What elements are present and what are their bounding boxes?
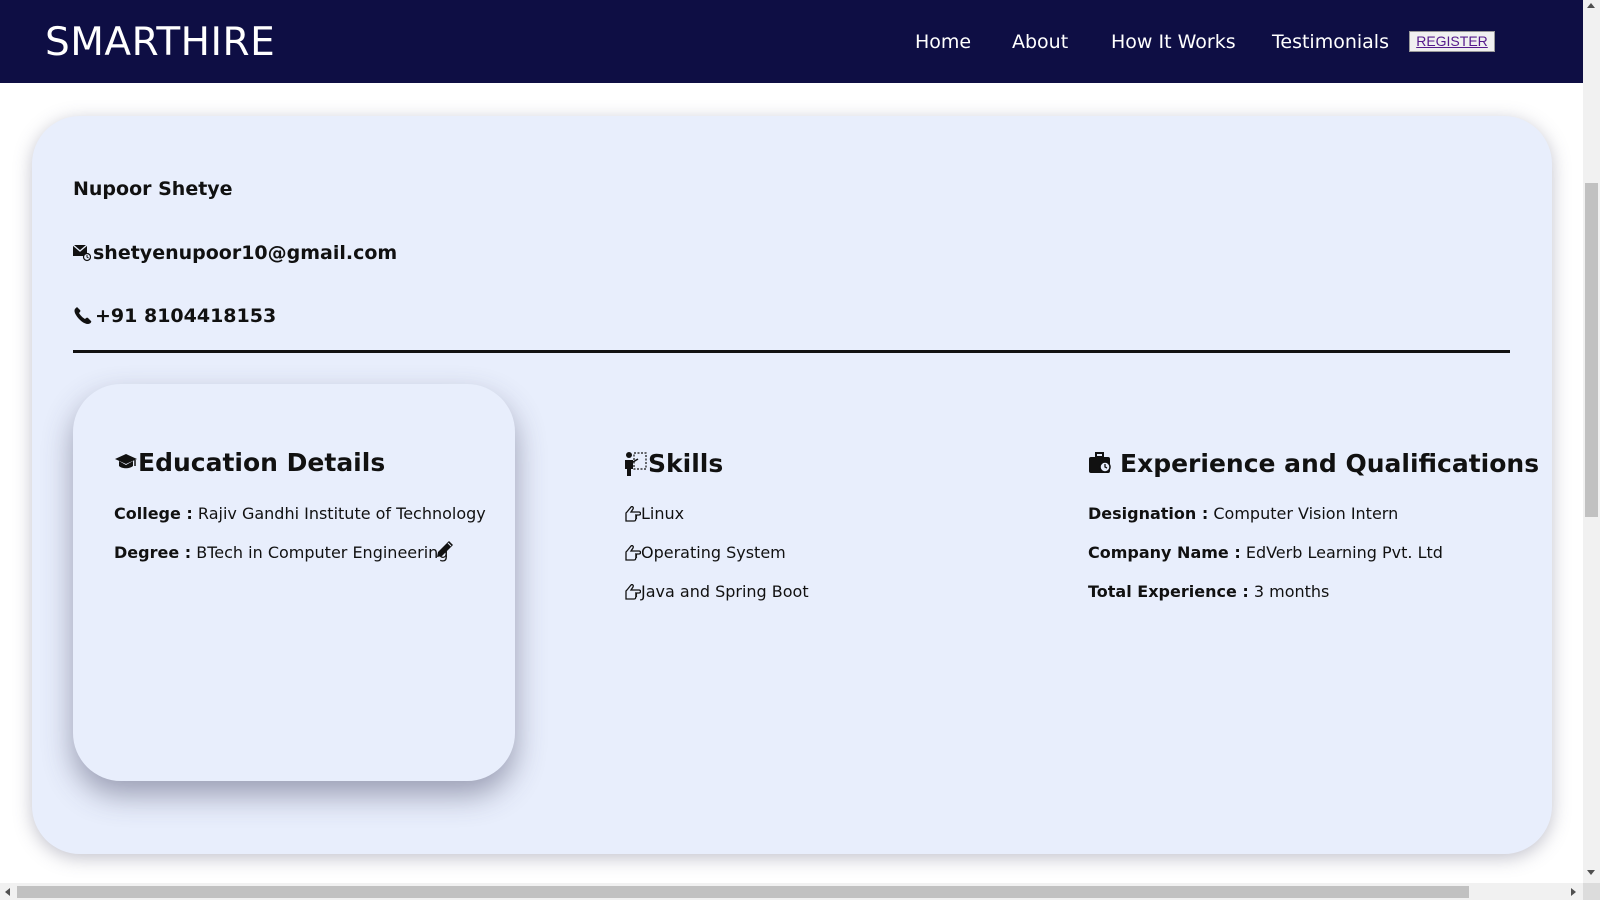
vertical-scrollbar[interactable] bbox=[1583, 0, 1600, 883]
degree-label: Degree : bbox=[114, 543, 192, 562]
nav-testimonials[interactable]: Testimonials bbox=[1272, 31, 1389, 53]
profile-email: shetyenupoor10@gmail.com bbox=[73, 242, 397, 264]
skill-item: Linux bbox=[624, 504, 684, 523]
scroll-down-arrow-icon[interactable] bbox=[1587, 870, 1595, 875]
pencil-icon[interactable] bbox=[436, 540, 454, 558]
total-experience-value: 3 months bbox=[1253, 582, 1330, 601]
divider bbox=[73, 350, 1510, 353]
profile-phone: +91 8104418153 bbox=[73, 305, 276, 327]
total-experience-label: Total Experience : bbox=[1088, 582, 1249, 601]
experience-title: Experience and Qualifications bbox=[1088, 449, 1539, 478]
education-title: Education Details bbox=[114, 448, 385, 477]
hand-pointing-icon bbox=[625, 505, 641, 522]
college-label: College : bbox=[114, 504, 193, 523]
phone-icon bbox=[74, 307, 92, 324]
nav-about[interactable]: About bbox=[1012, 31, 1068, 53]
experience-title-text: Experience and Qualifications bbox=[1120, 449, 1540, 478]
college-value: Rajiv Gandhi Institute of Technology bbox=[197, 504, 486, 523]
education-card: Education Details College : Rajiv Gandhi… bbox=[73, 384, 515, 781]
profile-name: Nupoor Shetye bbox=[73, 178, 233, 200]
designation-value: Computer Vision Intern bbox=[1213, 504, 1399, 523]
email-text[interactable]: shetyenupoor10@gmail.com bbox=[93, 242, 397, 264]
skill-text: Operating System bbox=[641, 543, 786, 562]
degree-value: BTech in Computer Engineering bbox=[196, 543, 449, 562]
skill-item: Java and Spring Boot bbox=[624, 582, 809, 601]
scrollbar-corner bbox=[1583, 883, 1600, 900]
education-title-text: Education Details bbox=[138, 448, 386, 477]
skills-title-text: Skills bbox=[648, 449, 724, 478]
email-icon bbox=[73, 244, 91, 262]
brand-logo[interactable]: SMARTHIRE bbox=[45, 20, 275, 65]
teacher-board-icon bbox=[625, 451, 647, 476]
education-college: College : Rajiv Gandhi Institute of Tech… bbox=[114, 504, 486, 523]
skills-title: Skills bbox=[624, 449, 723, 478]
company-label: Company Name : bbox=[1088, 543, 1241, 562]
designation-label: Designation : bbox=[1088, 504, 1209, 523]
vertical-scroll-thumb[interactable] bbox=[1585, 183, 1598, 517]
skill-item: Operating System bbox=[624, 543, 786, 562]
experience-designation: Designation : Computer Vision Intern bbox=[1088, 504, 1398, 523]
company-value: EdVerb Learning Pvt. Ltd bbox=[1245, 543, 1443, 562]
scroll-up-arrow-icon[interactable] bbox=[1587, 3, 1595, 8]
education-degree: Degree : BTech in Computer Engineering bbox=[114, 543, 448, 562]
hand-pointing-icon bbox=[625, 583, 641, 600]
skill-text: Linux bbox=[641, 504, 685, 523]
hand-pointing-icon bbox=[625, 544, 641, 561]
scroll-left-arrow-icon[interactable] bbox=[5, 888, 10, 896]
briefcase-clock-icon bbox=[1089, 451, 1111, 473]
phone-text[interactable]: +91 8104418153 bbox=[95, 305, 276, 327]
skill-text: Java and Spring Boot bbox=[641, 582, 809, 601]
scroll-right-arrow-icon[interactable] bbox=[1571, 888, 1576, 896]
nav-how-it-works[interactable]: How It Works bbox=[1111, 31, 1236, 53]
graduation-cap-icon bbox=[115, 453, 137, 468]
experience-company: Company Name : EdVerb Learning Pvt. Ltd bbox=[1088, 543, 1443, 562]
navbar: SMARTHIRE Home About How It Works Testim… bbox=[0, 0, 1583, 83]
profile-card: Nupoor Shetye shetyenupoor10@gmail.com +… bbox=[32, 116, 1552, 854]
experience-total: Total Experience : 3 months bbox=[1088, 582, 1329, 601]
horizontal-scroll-thumb[interactable] bbox=[17, 886, 1469, 898]
horizontal-scrollbar[interactable] bbox=[0, 883, 1583, 900]
nav-home[interactable]: Home bbox=[915, 31, 971, 53]
register-button[interactable]: REGISTER bbox=[1409, 31, 1495, 52]
